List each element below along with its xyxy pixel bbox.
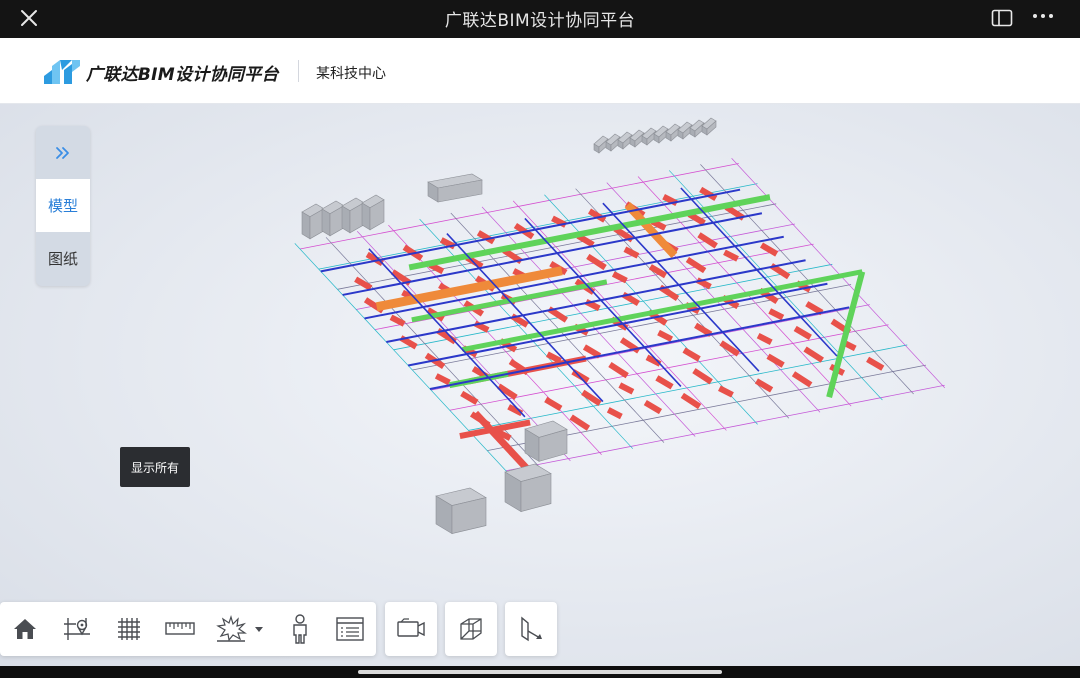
- home-indicator[interactable]: [358, 670, 722, 674]
- person-icon[interactable]: [280, 610, 320, 648]
- system-bottom-bar: [0, 666, 1080, 678]
- duct-branch: [643, 400, 663, 415]
- duct-branch: [756, 332, 773, 346]
- duct-branch: [759, 242, 779, 257]
- explode-icon[interactable]: [212, 610, 268, 648]
- green-pipe: [462, 269, 863, 353]
- duct-branch: [697, 232, 718, 249]
- duct-branch: [682, 347, 701, 362]
- equipment-unit: [504, 463, 552, 513]
- plane-section-icon[interactable]: [505, 602, 557, 656]
- duct-branch: [805, 301, 824, 316]
- duct-branch: [723, 249, 739, 262]
- duct-branch: [768, 308, 785, 321]
- home-icon[interactable]: [5, 610, 45, 648]
- tab-drawings[interactable]: 图纸: [36, 232, 90, 285]
- duct-branch: [544, 396, 563, 412]
- model-viewport[interactable]: 模型 图纸 显示所有: [0, 104, 1080, 666]
- duct-branch: [791, 371, 813, 388]
- duct-branch: [618, 382, 635, 395]
- duct-branch: [793, 325, 812, 340]
- duct-branch: [354, 276, 373, 291]
- duct-branch: [571, 369, 590, 384]
- duct-branch: [623, 246, 640, 259]
- duct-branch: [611, 271, 628, 284]
- duct-branch: [692, 368, 713, 385]
- location-pin-icon[interactable]: [57, 610, 97, 648]
- organization-name[interactable]: 某科技中心: [316, 63, 386, 83]
- equipment-unit: [524, 420, 568, 462]
- duct-branch: [546, 351, 562, 364]
- title-bar: 广联达BIM设计协同平台: [0, 0, 1080, 38]
- sidebar-toggle-icon[interactable]: [990, 7, 1014, 29]
- thin-pipe: [419, 218, 634, 449]
- duct-branch: [718, 385, 734, 398]
- thin-pipe: [325, 237, 540, 468]
- tab-model[interactable]: 模型: [36, 179, 90, 232]
- show-all-button[interactable]: 显示所有: [120, 447, 190, 487]
- equipment-unit: [301, 203, 325, 240]
- duct-branch: [694, 322, 713, 337]
- duct-branch: [460, 390, 479, 405]
- equipment-unit: [435, 487, 487, 535]
- thin-pipe: [505, 384, 945, 472]
- duct-branch: [465, 254, 484, 270]
- duct-branch: [608, 362, 629, 379]
- logo-icon: [42, 56, 82, 86]
- duct-branch: [389, 314, 406, 327]
- bim-model-view[interactable]: [0, 104, 1080, 666]
- bottom-toolbar: [0, 602, 376, 656]
- list-panel-icon[interactable]: [330, 610, 370, 648]
- duct-branch: [586, 253, 607, 271]
- duct-branch: [569, 414, 591, 431]
- equipment-unit: [361, 194, 385, 231]
- camera-icon[interactable]: [385, 602, 437, 656]
- cube-icon[interactable]: [445, 602, 497, 656]
- thin-pipe: [700, 164, 914, 395]
- app-header: 广联达BIM设计协同平台 某科技中心: [0, 38, 1080, 104]
- duct-branch: [766, 353, 785, 368]
- duct-branch: [866, 356, 885, 371]
- window-title: 广联达BIM设计协同平台: [444, 11, 636, 31]
- duct-branch: [657, 329, 674, 342]
- grid-icon[interactable]: [109, 610, 149, 648]
- ruler-icon[interactable]: [160, 610, 200, 648]
- duct-branch: [685, 256, 707, 274]
- side-panel: 模型 图纸: [36, 126, 90, 286]
- brand-name: 广联达BIM设计协同平台: [86, 65, 279, 85]
- double-chevron-right-icon[interactable]: [36, 126, 90, 179]
- duct-branch: [680, 392, 702, 410]
- equipment-unit: [701, 117, 717, 136]
- more-icon[interactable]: [1030, 5, 1056, 27]
- duct-branch: [606, 407, 623, 420]
- duct-branch: [687, 211, 706, 226]
- duct-branch: [655, 375, 674, 390]
- equipment-unit: [321, 200, 345, 237]
- duct-branch: [576, 233, 595, 248]
- duct-branch: [803, 346, 824, 363]
- equipment-unit: [427, 173, 483, 203]
- orange-duct: [624, 202, 678, 259]
- equipment-unit: [341, 197, 365, 234]
- duct-branch: [582, 344, 602, 359]
- header-divider: [298, 60, 299, 82]
- duct-branch: [754, 378, 774, 393]
- duct-branch: [434, 373, 451, 386]
